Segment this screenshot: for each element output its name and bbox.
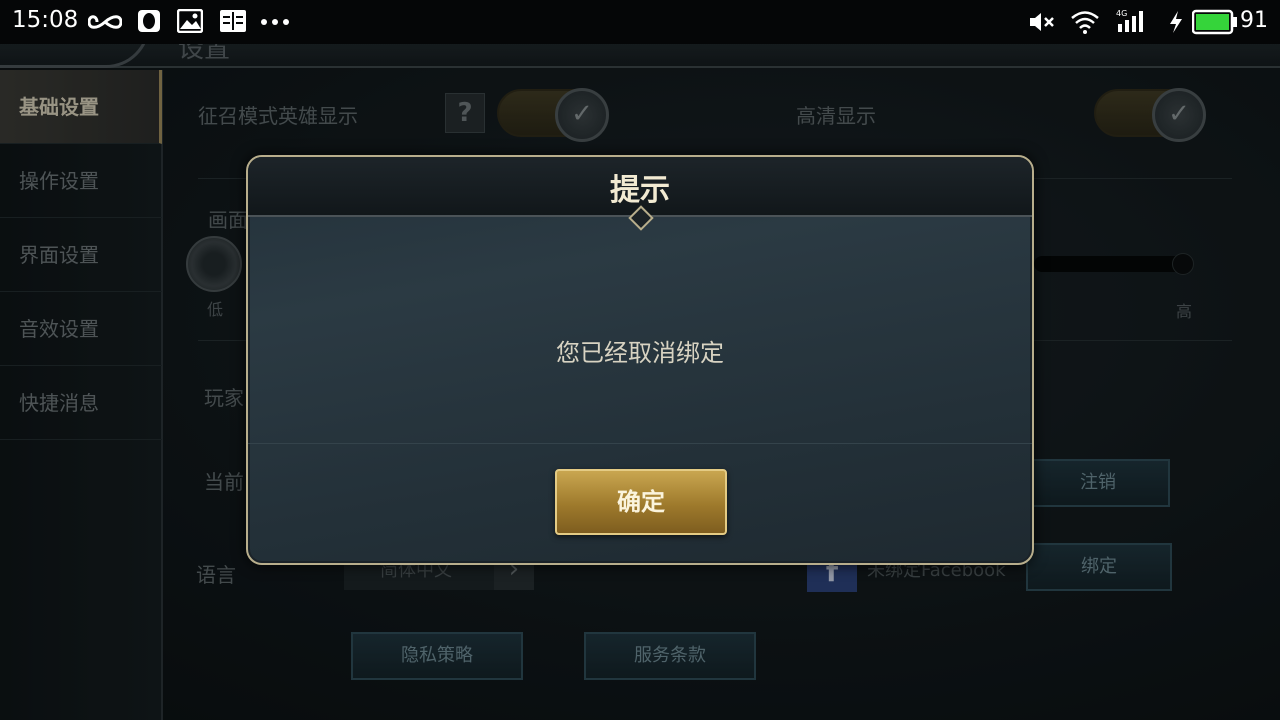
confirm-button[interactable]: 确定 — [555, 469, 727, 535]
more-dots-icon — [261, 19, 289, 25]
image-icon — [177, 9, 203, 33]
dialog-divider — [248, 443, 1032, 444]
status-bar: 15:08 4G 91 — [0, 0, 1280, 44]
charging-icon — [1170, 11, 1182, 33]
notice-dialog: 提示 您已经取消绑定 确定 — [246, 155, 1034, 565]
dialog-title: 提示 — [610, 173, 670, 208]
svg-text:4G: 4G — [1116, 9, 1127, 18]
book-icon — [220, 10, 246, 32]
mute-icon — [1030, 13, 1054, 31]
penguin-icon — [138, 10, 160, 32]
signal-4g-icon: 4G — [1116, 9, 1143, 32]
battery-level: 91 — [1240, 8, 1268, 33]
dialog-message: 您已经取消绑定 — [556, 339, 724, 367]
infinity-icon — [88, 15, 122, 29]
battery-icon — [1192, 9, 1237, 35]
clock: 15:08 — [12, 7, 79, 33]
wifi-icon — [1071, 11, 1099, 34]
